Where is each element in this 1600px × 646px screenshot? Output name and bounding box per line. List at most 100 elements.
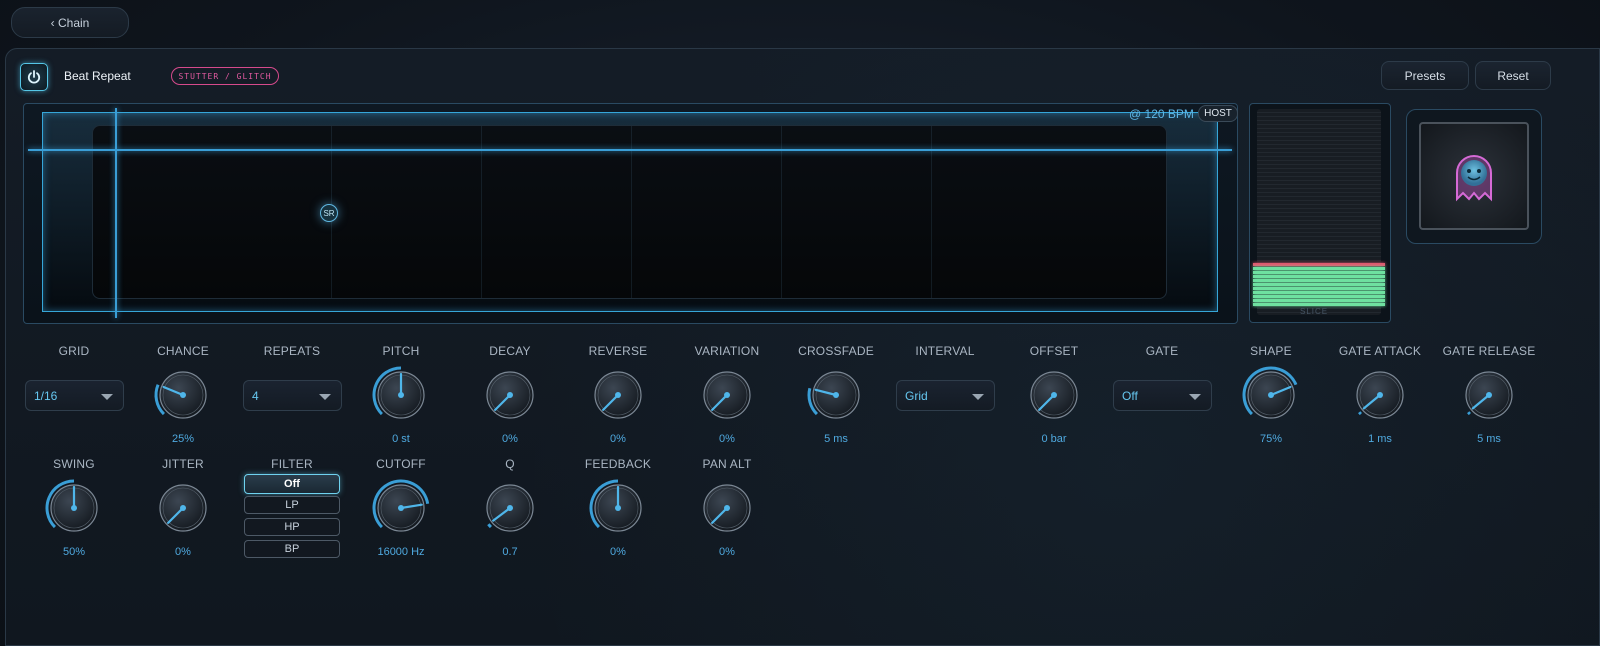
meter-segment: [1253, 291, 1385, 294]
decay-value: 0%: [502, 433, 518, 445]
repeats-label: REPEATS: [263, 344, 321, 358]
crossfade-value: 5 ms: [824, 433, 848, 445]
grid-selected-value: 1/16: [34, 388, 58, 403]
level-line[interactable]: [28, 149, 1232, 151]
meter-segment: [1253, 275, 1385, 278]
power-button[interactable]: [20, 63, 48, 91]
feedback-knob[interactable]: [587, 477, 649, 539]
pitch-value: 0 st: [392, 433, 410, 445]
repeats-dropdown[interactable]: 4: [243, 380, 342, 411]
jitter-knob[interactable]: [152, 477, 214, 539]
filter-option-lp[interactable]: LP: [244, 496, 340, 514]
gate-attack-label: GATE ATTACK: [1338, 344, 1422, 358]
shape-value: 75%: [1259, 433, 1283, 445]
q-label: Q: [505, 457, 515, 471]
meter-segment: [1253, 283, 1385, 286]
chance-knob[interactable]: [152, 364, 214, 426]
variation-knob[interactable]: [696, 364, 758, 426]
swing-value: 50%: [62, 546, 86, 558]
category-tag: STUTTER / GLITCH: [171, 67, 279, 85]
meter-segment: [1253, 267, 1385, 270]
meter-segment: [1253, 263, 1385, 266]
jitter-value: 0%: [175, 546, 191, 558]
meter-fill: [1253, 263, 1385, 307]
meter-segment: [1253, 271, 1385, 274]
reverse-label: REVERSE: [588, 344, 648, 358]
jitter-label: JITTER: [162, 457, 204, 471]
grid-line: [931, 126, 932, 298]
offset-knob[interactable]: [1023, 364, 1085, 426]
swing-label: SWING: [53, 457, 95, 471]
device-title: Beat Repeat: [64, 69, 131, 83]
bpm-readout: @ 120 BPM: [1129, 107, 1194, 121]
back-to-chain-button[interactable]: ‹ Chain: [11, 7, 129, 38]
decay-label: DECAY: [489, 344, 531, 358]
meter-segment: [1253, 287, 1385, 290]
gate-selected-value: Off: [1122, 388, 1138, 403]
pan-alt-value: 0%: [719, 546, 735, 558]
gate-release-value: 5 ms: [1477, 433, 1501, 445]
pan-alt-knob[interactable]: [696, 477, 758, 539]
filter-option-hp[interactable]: HP: [244, 518, 340, 536]
interval-dropdown[interactable]: Grid: [896, 380, 995, 411]
offset-label: OFFSET: [1029, 344, 1079, 358]
variation-label: VARIATION: [694, 344, 760, 358]
presets-button[interactable]: Presets: [1381, 61, 1469, 90]
repeats-selected-value: 4: [252, 388, 259, 403]
grid-label: GRID: [58, 344, 90, 358]
meter-segment: [1253, 295, 1385, 298]
pan-alt-label: PAN ALT: [702, 457, 752, 471]
slice-meter: [1253, 109, 1385, 315]
filter-option-off[interactable]: Off: [244, 474, 340, 494]
chevron-down-icon: [101, 394, 113, 400]
cutoff-knob[interactable]: [370, 477, 432, 539]
interval-label: INTERVAL: [915, 344, 975, 358]
grid-line: [781, 126, 782, 298]
reset-button[interactable]: Reset: [1475, 61, 1551, 90]
q-knob[interactable]: [479, 477, 541, 539]
filter-option-bp[interactable]: BP: [244, 540, 340, 558]
offset-value: 0 bar: [1041, 433, 1067, 445]
gate-release-knob[interactable]: [1458, 364, 1520, 426]
feedback-value: 0%: [610, 546, 626, 558]
cutoff-value: 16000 Hz: [377, 546, 425, 558]
pattern-screen[interactable]: [92, 125, 1167, 299]
chance-value: 25%: [171, 433, 195, 445]
swing-knob[interactable]: [43, 477, 105, 539]
shape-label: SHAPE: [1250, 344, 1292, 358]
ghost-frame: [1419, 122, 1529, 230]
gate-attack-knob[interactable]: [1349, 364, 1411, 426]
pitch-label: PITCH: [382, 344, 420, 358]
variation-value: 0%: [719, 433, 735, 445]
crossfade-label: CROSSFADE: [798, 344, 874, 358]
feedback-label: FEEDBACK: [584, 457, 652, 471]
reverse-knob[interactable]: [587, 364, 649, 426]
meter-segment: [1253, 279, 1385, 282]
playhead-line[interactable]: [115, 108, 117, 318]
crossfade-knob[interactable]: [805, 364, 867, 426]
shape-knob[interactable]: [1240, 364, 1302, 426]
q-value: 0.7: [502, 546, 518, 558]
grid-dropdown[interactable]: 1/16: [25, 380, 124, 411]
grid-line: [631, 126, 632, 298]
decay-knob[interactable]: [479, 364, 541, 426]
slice-label: SLICE: [1300, 307, 1329, 316]
meter-segment: [1253, 299, 1385, 302]
grid-line: [481, 126, 482, 298]
meter-segment: [1253, 303, 1385, 306]
chevron-down-icon: [1189, 394, 1201, 400]
gate-release-label: GATE RELEASE: [1442, 344, 1536, 358]
chance-label: CHANCE: [157, 344, 209, 358]
filter-label: FILTER: [271, 457, 313, 471]
host-sync-badge[interactable]: HOST: [1198, 105, 1238, 122]
power-icon: [27, 70, 41, 84]
chevron-down-icon: [972, 394, 984, 400]
xy-node-handle[interactable]: SR: [320, 204, 338, 222]
cutoff-label: CUTOFF: [376, 457, 426, 471]
reverse-value: 0%: [610, 433, 626, 445]
pitch-knob[interactable]: [370, 364, 432, 426]
gate-attack-value: 1 ms: [1368, 433, 1392, 445]
interval-selected-value: Grid: [905, 388, 928, 403]
gate-dropdown[interactable]: Off: [1113, 380, 1212, 411]
gate-label: GATE: [1145, 344, 1179, 358]
